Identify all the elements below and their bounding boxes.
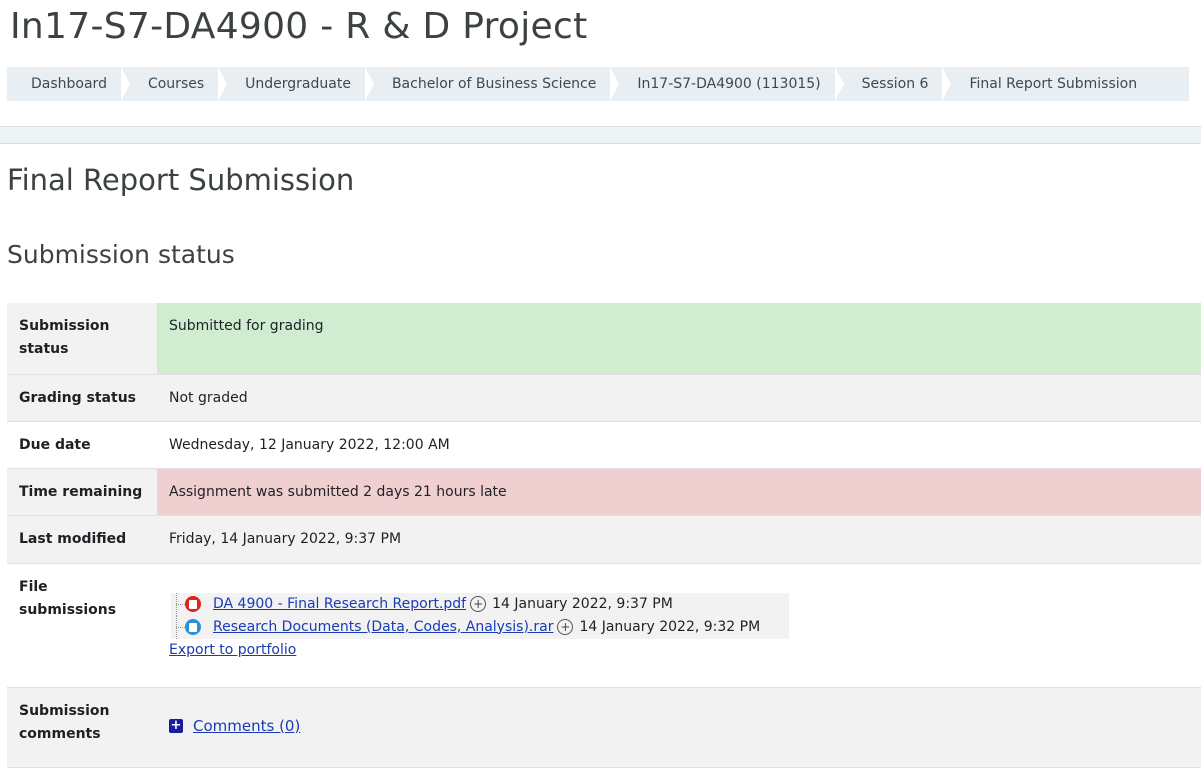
row-label: File submissions — [7, 563, 157, 687]
breadcrumb-item-program[interactable]: Bachelor of Business Science — [380, 67, 608, 101]
file-date: 14 January 2022, 9:32 PM — [579, 618, 761, 635]
submission-status-value: Submitted for grading — [157, 303, 1201, 374]
submission-status-table: Submission status Submitted for grading … — [7, 303, 1201, 768]
row-label: Due date — [7, 421, 157, 468]
row-label: Grading status — [7, 374, 157, 421]
breadcrumb-item-courses[interactable]: Courses — [136, 67, 216, 101]
file-tree: DA 4900 - Final Research Report.pdf + 14… — [171, 592, 789, 639]
file-item: Research Documents (Data, Codes, Analysi… — [171, 615, 789, 639]
table-row: Last modified Friday, 14 January 2022, 9… — [7, 515, 1201, 563]
row-label: Last modified — [7, 515, 157, 563]
breadcrumb-separator — [942, 67, 952, 101]
table-row: Submission comments + Comments (0) — [7, 687, 1201, 767]
add-circle-icon[interactable]: + — [470, 596, 487, 612]
expand-plus-icon[interactable]: + — [169, 719, 183, 733]
breadcrumb-separator — [610, 67, 620, 101]
breadcrumb: Dashboard Courses Undergraduate Bachelor… — [7, 67, 1189, 101]
comments-toggle[interactable]: + Comments (0) — [169, 715, 1189, 738]
course-title: In17-S7-DA4900 - R & D Project — [10, 6, 588, 47]
last-modified-value: Friday, 14 January 2022, 9:37 PM — [157, 515, 1201, 563]
breadcrumb-item-session[interactable]: Session 6 — [850, 67, 941, 101]
add-circle-icon[interactable]: + — [557, 619, 574, 635]
row-label: Submission status — [7, 303, 157, 374]
breadcrumb-separator — [834, 67, 844, 101]
table-row: Submission status Submitted for grading — [7, 303, 1201, 374]
file-item: DA 4900 - Final Research Report.pdf + 14… — [171, 592, 789, 616]
breadcrumb-separator — [364, 67, 374, 101]
grading-status-value: Not graded — [157, 374, 1201, 421]
page-title: Final Report Submission — [7, 163, 355, 197]
breadcrumb-item-assignment[interactable]: Final Report Submission — [957, 67, 1149, 101]
due-date-value: Wednesday, 12 January 2022, 12:00 AM — [157, 421, 1201, 468]
table-row: Due date Wednesday, 12 January 2022, 12:… — [7, 421, 1201, 468]
tree-connector — [171, 615, 185, 639]
file-date: 14 January 2022, 9:37 PM — [492, 595, 673, 612]
pdf-file-icon — [185, 596, 201, 612]
table-row: File submissions DA 4900 - Final Researc… — [7, 563, 1201, 687]
breadcrumb-separator — [120, 67, 130, 101]
breadcrumb-item-undergraduate[interactable]: Undergraduate — [233, 67, 363, 101]
file-link-pdf[interactable]: DA 4900 - Final Research Report.pdf — [213, 593, 466, 616]
table-row: Grading status Not graded — [7, 374, 1201, 421]
secondary-navigation-bar — [0, 126, 1201, 144]
row-label: Time remaining — [7, 468, 157, 515]
time-remaining-value: Assignment was submitted 2 days 21 hours… — [157, 468, 1201, 515]
breadcrumb-item-course[interactable]: In17-S7-DA4900 (113015) — [625, 67, 832, 101]
archive-file-icon — [185, 619, 201, 635]
breadcrumb-item-dashboard[interactable]: Dashboard — [7, 67, 119, 101]
file-link-rar[interactable]: Research Documents (Data, Codes, Analysi… — [213, 616, 553, 639]
tree-connector — [171, 592, 185, 616]
row-label: Submission comments — [7, 687, 157, 767]
file-submissions-cell: DA 4900 - Final Research Report.pdf + 14… — [157, 563, 1201, 687]
breadcrumb-separator — [218, 67, 228, 101]
export-to-portfolio-link[interactable]: Export to portfolio — [169, 639, 296, 662]
table-row: Time remaining Assignment was submitted … — [7, 468, 1201, 515]
submission-comments-cell: + Comments (0) — [157, 687, 1201, 767]
comments-link[interactable]: Comments (0) — [193, 715, 300, 738]
section-heading: Submission status — [7, 240, 235, 269]
